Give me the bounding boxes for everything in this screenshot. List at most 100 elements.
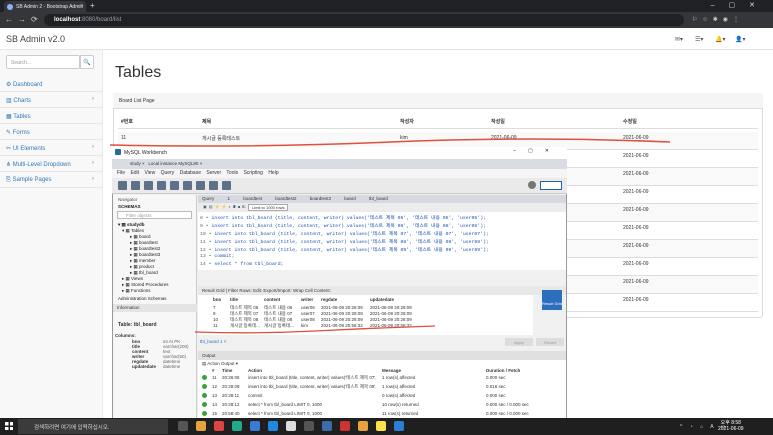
sidebar-item-multilevel[interactable]: ⋔ Multi-Level Dropdown › (0, 156, 103, 172)
output-cell[interactable]: 0 row(s) affected (382, 393, 415, 398)
pdf-icon[interactable] (340, 421, 350, 431)
navigator-tabs[interactable]: Administration Schemas (118, 296, 167, 301)
output-cell[interactable]: 20:28:12 (222, 402, 240, 407)
output-cell[interactable]: select * from tbl_board LIMIT 0, 1000 (248, 411, 322, 416)
output-cell[interactable]: 20:26:06 (222, 375, 240, 380)
output-cell[interactable]: 20:28:09 (222, 384, 240, 389)
view-icon[interactable] (170, 181, 179, 190)
output-cell[interactable]: 11 (212, 375, 217, 380)
new-sql-icon[interactable] (118, 181, 127, 190)
grid-header[interactable]: bno (213, 297, 221, 302)
grid-cell[interactable]: user07 (301, 311, 315, 316)
output-cell[interactable]: 14 (212, 402, 217, 407)
mysql-workbench-icon[interactable] (394, 421, 404, 431)
open-sql-icon[interactable] (131, 181, 140, 190)
explorer-icon[interactable] (196, 421, 206, 431)
query-tabs[interactable]: Query 1 boardtest boardtest2 boardtest3 … (198, 195, 566, 203)
app-icon[interactable] (286, 421, 296, 431)
grid-cell[interactable]: 2021-06-09 20:28:09 (321, 305, 363, 310)
output-cell[interactable]: 0.016 sec (486, 384, 506, 389)
reconnect-icon[interactable] (222, 181, 231, 190)
output-cell[interactable]: 1 row(s) affected (382, 384, 415, 389)
schema-icon[interactable] (144, 181, 153, 190)
apply-button[interactable]: Apply (505, 338, 533, 346)
search-input[interactable]: Search... (6, 55, 80, 69)
grid-cell[interactable]: user08 (301, 317, 315, 322)
sidebar-item-ui-elements[interactable]: ✂ UI Elements › (0, 140, 103, 156)
output-cell[interactable]: select * from tbl_board LIMIT 0, 1000 (248, 402, 322, 407)
output-cell[interactable]: 0.000 sec / 0.000 sec (486, 402, 529, 407)
chrome-icon[interactable] (214, 421, 224, 431)
kakaotalk-icon[interactable] (376, 421, 386, 431)
output-cell[interactable]: 13 (212, 393, 217, 398)
taskbar-clock[interactable]: 오후 8:58 2021-06-09 (718, 420, 744, 432)
output-cell[interactable]: 15 (212, 411, 217, 416)
address-bar[interactable]: localhost:8080/board/list (44, 14, 684, 26)
windows-start-icon[interactable] (5, 422, 13, 430)
browser-tab[interactable]: SB Admin 2 - Bootstrap Admin × (4, 1, 86, 12)
user-dropdown-icon[interactable]: 👤▾ (735, 36, 745, 43)
close-icon[interactable]: × (80, 3, 83, 9)
grid-cell[interactable]: 7 (213, 305, 216, 310)
output-cell[interactable]: 11 row(s) returned (382, 411, 418, 416)
workbench-menubar[interactable]: File Edit View Query Database Server Too… (112, 169, 567, 178)
task-view-icon[interactable] (178, 421, 188, 431)
grid-header[interactable]: writer (301, 297, 313, 302)
output-cell[interactable]: 1 row(s) affected (382, 375, 415, 380)
sidebar-item-forms[interactable]: ✎ Forms (0, 124, 103, 140)
reload-icon[interactable]: ⟳ (31, 15, 38, 24)
function-icon[interactable] (196, 181, 205, 190)
connection-tabs[interactable]: study × Local instance MySQL80 × (112, 159, 567, 169)
tasks-dropdown-icon[interactable]: ☰▾ (695, 36, 703, 43)
app-icon[interactable] (322, 421, 332, 431)
result-toolbar[interactable]: Result Grid | Filter Rows: Edit: Export/… (198, 286, 566, 295)
tab-study[interactable]: study (130, 161, 141, 166)
output-cell[interactable]: 0.000 sec / 0.000 sec (486, 411, 529, 416)
alerts-dropdown-icon[interactable]: 🔔▾ (715, 36, 725, 43)
tree-functions[interactable]: ▸ ▦ Functions (122, 288, 151, 294)
output-cell[interactable]: insert into tbl_board (title, content, w… (248, 384, 378, 390)
col-header-title[interactable]: 제목 (202, 118, 211, 125)
grid-cell[interactable]: 2021-06-09 20:28:09 (370, 317, 412, 322)
output-cell[interactable]: 0.000 sec (486, 393, 506, 398)
sidebar-item-sample-pages[interactable]: ⎘ Sample Pages › (0, 172, 103, 188)
app-icon[interactable] (304, 421, 314, 431)
output-cell[interactable]: 20:58:40 (222, 411, 240, 416)
output-cell[interactable]: 20:28:11 (222, 393, 239, 398)
output-cell[interactable]: insert into tbl_board (title, content, w… (248, 375, 378, 381)
grid-cell[interactable]: user06 (301, 305, 315, 310)
filter-objects-input[interactable]: Filter objects (117, 211, 192, 219)
brand-logo[interactable]: SB Admin v2.0 (6, 34, 65, 44)
app-icon[interactable] (232, 421, 242, 431)
grid-cell[interactable]: 10 (213, 317, 218, 322)
messages-dropdown-icon[interactable]: ✉▾ (675, 36, 683, 43)
col-header-regdate[interactable]: 작성일 (491, 118, 505, 125)
result-tab[interactable]: tbl_board 1 × (200, 339, 226, 344)
col-header-writer[interactable]: 작성자 (400, 118, 414, 125)
action-output-select[interactable]: ▤ Action Output ▾ (202, 361, 238, 367)
grid-cell[interactable]: 9 (213, 311, 216, 316)
layout-toggle-icon[interactable] (540, 181, 562, 190)
tab-local-instance[interactable]: Local instance MySQL80 (148, 161, 198, 166)
sidebar-item-charts[interactable]: ▥ Charts › (0, 92, 103, 108)
search-table-icon[interactable] (209, 181, 218, 190)
editor-tool-icons[interactable]: ▣▤⚡⚡⌕◉◼◩ (203, 204, 247, 209)
output-cell[interactable]: 12 (212, 384, 217, 389)
new-tab-icon[interactable]: + (90, 1, 95, 10)
sidebar-item-tables[interactable]: ▦ Tables (0, 108, 103, 124)
procedure-icon[interactable] (183, 181, 192, 190)
app-icon[interactable] (250, 421, 260, 431)
search-button[interactable]: 🔍 (80, 55, 94, 69)
back-icon[interactable]: ← (5, 15, 13, 24)
forward-icon[interactable]: → (18, 15, 26, 24)
window-controls[interactable]: –▢✕ (711, 1, 769, 9)
app-icon[interactable] (358, 421, 368, 431)
result-grid-side-button[interactable]: Result Grid (542, 290, 562, 310)
settings-icon[interactable] (528, 181, 536, 189)
revert-button[interactable]: Revert (536, 338, 564, 346)
grid-header[interactable]: title (230, 297, 238, 302)
output-cell[interactable]: 0.000 sec (486, 375, 506, 380)
workbench-window-controls[interactable]: –▢✕ (513, 148, 561, 154)
output-cell[interactable]: commit (248, 393, 263, 398)
grid-cell[interactable]: 2021-06-09 20:28:09 (370, 305, 412, 310)
